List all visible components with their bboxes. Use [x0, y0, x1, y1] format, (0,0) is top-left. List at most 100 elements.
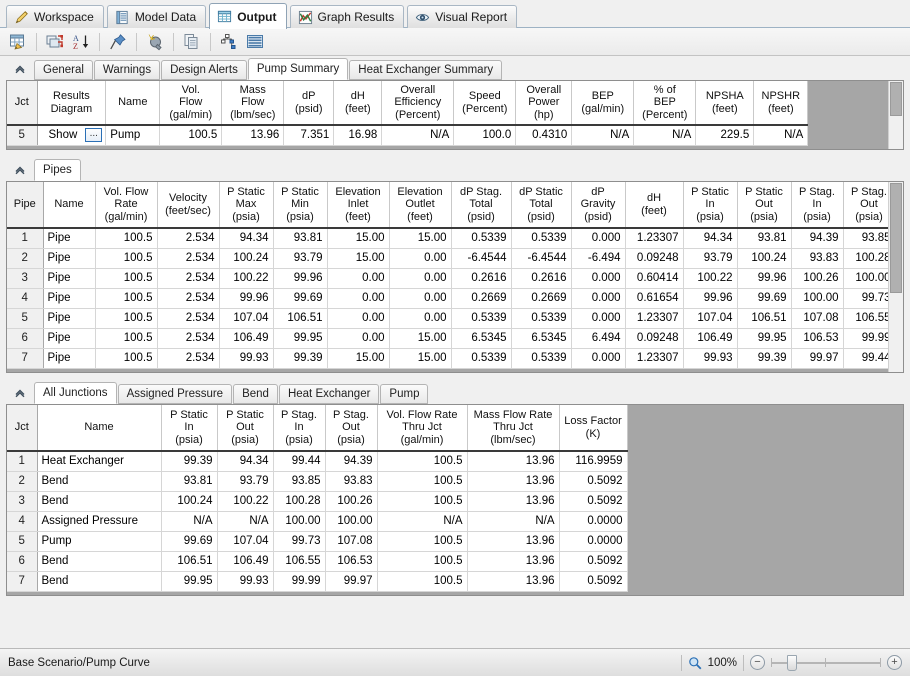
tab-assigned-pressure[interactable]: Assigned Pressure [118, 384, 233, 404]
table-cell[interactable]: 0.61654 [625, 288, 683, 308]
table-cell[interactable]: 100.0 [454, 125, 516, 145]
table-cell[interactable]: 99.95 [737, 328, 791, 348]
table-cell[interactable]: 94.34 [683, 228, 737, 248]
table-cell[interactable]: 106.53 [325, 551, 377, 571]
column-header[interactable]: ElevationOutlet(feet) [389, 182, 451, 228]
column-header[interactable]: Jct [7, 405, 37, 451]
table-cell[interactable]: Bend [37, 471, 161, 491]
table-cell[interactable]: 99.93 [219, 348, 273, 368]
table-cell[interactable]: 100.24 [219, 248, 273, 268]
zoom-out-button[interactable]: − [750, 655, 765, 670]
table-cell[interactable]: 13.96 [467, 491, 559, 511]
table-cell[interactable]: 0.000 [571, 228, 625, 248]
column-header[interactable]: dPGravity(psid) [571, 182, 625, 228]
table-cell[interactable]: 100.5 [95, 288, 157, 308]
table-cell[interactable]: 93.79 [217, 471, 273, 491]
table-cell[interactable]: N/A [572, 125, 634, 145]
table-cell[interactable]: Pipe [43, 228, 95, 248]
table-cell[interactable]: 100.5 [377, 491, 467, 511]
table-cell[interactable]: 99.95 [273, 328, 327, 348]
table-cell[interactable]: 0.5339 [451, 228, 511, 248]
table-cell[interactable]: 100.00 [325, 511, 377, 531]
pipes-vscrollbar[interactable] [888, 182, 903, 373]
row-number[interactable]: 3 [7, 268, 43, 288]
table-cell[interactable]: 15.00 [389, 228, 451, 248]
table-cell[interactable]: 100.5 [377, 551, 467, 571]
table-cell[interactable]: 100.22 [683, 268, 737, 288]
table-cell[interactable]: 0.2616 [511, 268, 571, 288]
table-cell[interactable]: 100.26 [791, 268, 843, 288]
table-cell[interactable]: 93.81 [737, 228, 791, 248]
sort-az-icon[interactable]: A Z [69, 31, 93, 53]
column-header[interactable]: ElevationInlet(feet) [327, 182, 389, 228]
table-cell[interactable]: Pipe [43, 248, 95, 268]
table-cell[interactable]: 0.00 [389, 268, 451, 288]
tab-warnings[interactable]: Warnings [94, 60, 160, 80]
table-cell[interactable]: 100.24 [161, 491, 217, 511]
column-header[interactable]: dP(psid) [284, 81, 334, 125]
table-row[interactable]: 5Show...Pump100.513.967.35116.98N/A100.0… [7, 125, 808, 145]
copy-icon[interactable] [180, 31, 204, 53]
table-cell[interactable]: 0.2616 [451, 268, 511, 288]
table-cell[interactable]: 100.22 [219, 268, 273, 288]
table-cell[interactable]: 6.5345 [511, 328, 571, 348]
main-tab-workspace[interactable]: Workspace [6, 5, 104, 28]
table-cell[interactable]: 0.5092 [559, 571, 627, 591]
table-cell[interactable]: -6.4544 [511, 248, 571, 268]
table-row[interactable]: 2Pipe100.52.534100.2493.7915.000.00-6.45… [7, 248, 895, 268]
column-header[interactable]: dH(feet) [625, 182, 683, 228]
collapse-summary-icon[interactable] [10, 59, 30, 79]
column-header[interactable]: Velocity(feet/sec) [157, 182, 219, 228]
column-header[interactable]: P StaticMax(psia) [219, 182, 273, 228]
table-cell[interactable]: 0.000 [571, 308, 625, 328]
table-cell[interactable]: 99.96 [737, 268, 791, 288]
row-number[interactable]: 4 [7, 511, 37, 531]
table-cell[interactable]: 106.49 [219, 328, 273, 348]
tab-pump[interactable]: Pump [380, 384, 428, 404]
table-cell[interactable]: Bend [37, 491, 161, 511]
table-cell[interactable]: 106.49 [217, 551, 273, 571]
table-cell[interactable]: 0.4310 [516, 125, 572, 145]
column-header[interactable]: P StaticOut(psia) [737, 182, 791, 228]
table-cell[interactable]: 106.49 [683, 328, 737, 348]
table-cell[interactable]: 2.534 [157, 288, 219, 308]
row-number[interactable]: 7 [7, 348, 43, 368]
column-header[interactable]: Name [43, 182, 95, 228]
table-cell[interactable]: 0.5339 [511, 308, 571, 328]
table-cell[interactable]: Bend [37, 551, 161, 571]
table-cell[interactable]: 15.00 [389, 348, 451, 368]
table-cell[interactable]: 0.2669 [511, 288, 571, 308]
table-cell[interactable]: 116.9959 [559, 451, 627, 471]
table-cell[interactable]: 13.96 [467, 551, 559, 571]
table-cell[interactable]: 93.81 [273, 228, 327, 248]
table-cell[interactable]: 93.81 [161, 471, 217, 491]
column-header[interactable]: Loss Factor(K) [559, 405, 627, 451]
table-row[interactable]: 2Bend93.8193.7993.8593.83100.513.960.509… [7, 471, 627, 491]
table-cell[interactable]: Pipe [43, 308, 95, 328]
table-cell[interactable]: 13.96 [467, 471, 559, 491]
tab-general[interactable]: General [34, 60, 93, 80]
table-cell[interactable]: 99.96 [219, 288, 273, 308]
table-cell[interactable]: Pipe [43, 268, 95, 288]
row-number[interactable]: 5 [7, 308, 43, 328]
table-cell[interactable]: Bend [37, 571, 161, 591]
table-cell[interactable]: 100.5 [95, 328, 157, 348]
table-cell[interactable]: 0.00 [389, 308, 451, 328]
table-cell[interactable]: N/A [382, 125, 454, 145]
table-cell[interactable]: 2.534 [157, 268, 219, 288]
table-cell[interactable]: 0.09248 [625, 328, 683, 348]
table-cell[interactable]: 107.04 [683, 308, 737, 328]
column-header[interactable]: Vol.Flow(gal/min) [160, 81, 222, 125]
table-cell[interactable]: 100.5 [95, 228, 157, 248]
table-cell[interactable]: 0.09248 [625, 248, 683, 268]
table-cell[interactable]: 93.79 [683, 248, 737, 268]
row-number[interactable]: 6 [7, 551, 37, 571]
table-cell[interactable]: 2.534 [157, 228, 219, 248]
table-cell[interactable]: 99.95 [161, 571, 217, 591]
table-cell[interactable]: 0.00 [327, 328, 389, 348]
table-cell[interactable]: 99.69 [273, 288, 327, 308]
table-cell[interactable]: N/A [217, 511, 273, 531]
zoom-slider-thumb[interactable] [787, 655, 797, 671]
table-cell[interactable]: 0.60414 [625, 268, 683, 288]
table-cell[interactable]: 6.494 [571, 328, 625, 348]
